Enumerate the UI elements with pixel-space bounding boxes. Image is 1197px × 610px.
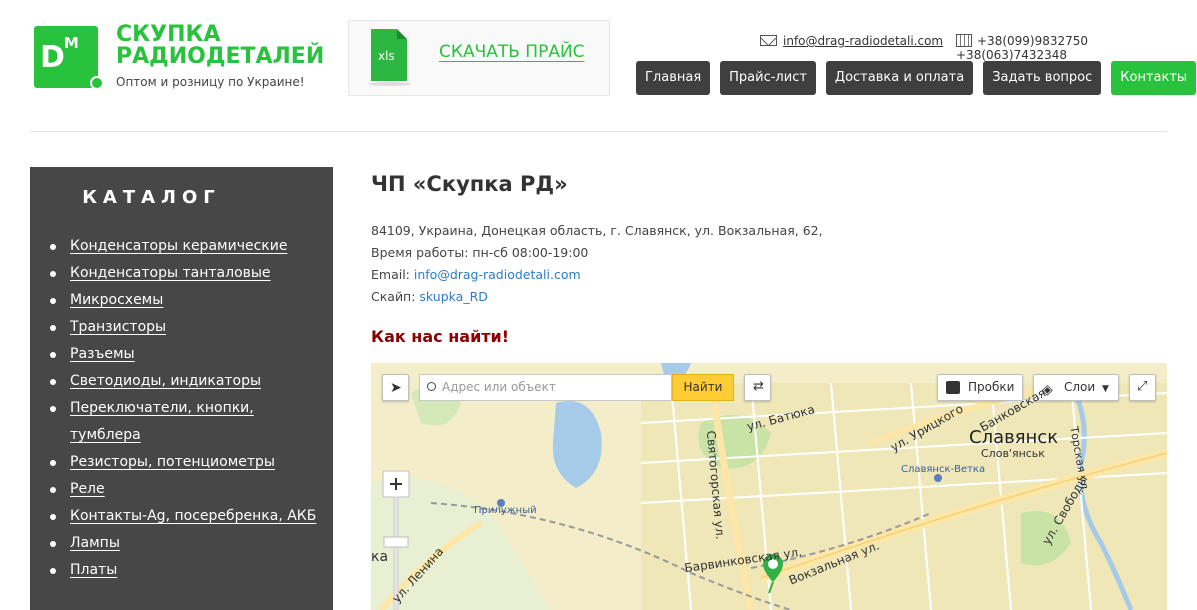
catalog-item[interactable]: Контакты-Ag, посеребренка, АКБ — [48, 503, 318, 530]
catalog-title: КАТАЛОГ — [82, 187, 221, 208]
catalog-item[interactable]: Конденсаторы танталовые — [48, 260, 318, 287]
icon-shadow — [369, 82, 411, 86]
logo-letter: D — [40, 40, 65, 75]
catalog-item[interactable]: Микросхемы — [48, 287, 318, 314]
phone-icon — [956, 34, 972, 47]
header-email-text: info@drag-radiodetali.com — [783, 34, 944, 48]
header-phones: +38(099)9832750 +38(063)7432348 — [956, 34, 1197, 62]
catalog-item[interactable]: Светодиоды, индикаторы — [48, 368, 318, 395]
map-find-button[interactable]: Найти — [672, 374, 734, 401]
email-link[interactable]: info@drag-radiodetali.com — [414, 267, 581, 282]
map-label-city-ua: Слов'янськ — [981, 447, 1045, 460]
main-nav: Главная Прайс-лист Доставка и оплата Зад… — [636, 61, 1197, 95]
map[interactable]: ➤ Адрес или объект Найти ⇄ Пробки ◈ Слои… — [371, 363, 1167, 610]
fullscreen-button[interactable]: ⤢ — [1129, 374, 1156, 401]
brand-line-2: РАДИОДЕТАЛЕЙ — [116, 44, 325, 69]
traffic-icon — [946, 381, 960, 394]
nav-delivery[interactable]: Доставка и оплата — [825, 61, 974, 95]
contact-info: 84109, Украина, Донецкая область, г. Сла… — [371, 220, 823, 308]
skype-row: Скайп: skupka_RD — [371, 289, 488, 304]
traffic-button[interactable]: Пробки — [937, 374, 1023, 401]
expand-icon: ⤢ — [1137, 379, 1148, 394]
catalog-item[interactable]: Переключатели, кнопки, тумблера — [48, 395, 318, 449]
logo-dot — [90, 76, 104, 90]
logo[interactable]: DM — [34, 26, 98, 88]
brand-line-1: СКУПКА — [116, 22, 221, 47]
route-button[interactable]: ⇄ — [744, 374, 771, 401]
header-divider — [30, 131, 1167, 132]
nav-ask-question[interactable]: Задать вопрос — [983, 61, 1102, 95]
catalog-item[interactable]: Разъемы — [48, 341, 318, 368]
tagline: Оптом и розницу по Украине! — [116, 75, 305, 89]
xls-file-icon: xls — [371, 29, 407, 81]
brand-name[interactable]: СКУПКА РАДИОДЕТАЛЕЙ — [116, 24, 324, 68]
nav-price-list[interactable]: Прайс-лист — [720, 61, 816, 95]
header-email[interactable]: info@drag-radiodetali.com — [760, 34, 943, 48]
address: 84109, Украина, Донецкая область, г. Сла… — [371, 223, 823, 238]
download-price-box[interactable]: xls СКАЧАТЬ ПРАЙС — [348, 20, 610, 96]
map-label-station: Славянск-Ветка — [901, 464, 986, 475]
map-search-input[interactable]: Адрес или объект — [419, 374, 672, 401]
route-icon: ⇄ — [753, 379, 764, 394]
logo-sup: M — [63, 34, 79, 52]
mail-icon — [760, 35, 777, 46]
email-row: Email: info@drag-radiodetali.com — [371, 267, 581, 282]
header-phones-text: +38(099)9832750 +38(063)7432348 — [956, 34, 1089, 62]
map-label-edge: ка — [371, 549, 389, 565]
search-icon — [427, 382, 436, 391]
page-title: ЧП «Скупка РД» — [371, 172, 568, 196]
skype-link[interactable]: skupka_RD — [419, 289, 487, 304]
how-to-find-heading: Как нас найти! — [371, 327, 510, 346]
nav-contacts[interactable]: Контакты — [1111, 61, 1197, 95]
nav-home[interactable]: Главная — [636, 61, 711, 95]
xls-label: xls — [378, 49, 395, 63]
chevron-down-icon: ▼ — [1102, 384, 1109, 394]
catalog-item[interactable]: Лампы — [48, 530, 318, 557]
work-hours: Время работы: пн-сб 08:00-19:00 — [371, 245, 589, 260]
locate-arrow-icon: ➤ — [390, 380, 402, 396]
catalog-list: Конденсаторы керамические Конденсаторы т… — [48, 233, 318, 584]
catalog-item[interactable]: Резисторы, потенциометры — [48, 449, 318, 476]
catalog-item[interactable]: Платы — [48, 557, 318, 584]
map-label-pryluzhny: Прилужный — [474, 505, 537, 516]
download-price-link[interactable]: СКАЧАТЬ ПРАЙС — [439, 42, 585, 62]
catalog-item[interactable]: Реле — [48, 476, 318, 503]
catalog-item[interactable]: Конденсаторы керамические — [48, 233, 318, 260]
catalog-item[interactable]: Транзисторы — [48, 314, 318, 341]
geolocation-button[interactable]: ➤ — [382, 374, 409, 401]
